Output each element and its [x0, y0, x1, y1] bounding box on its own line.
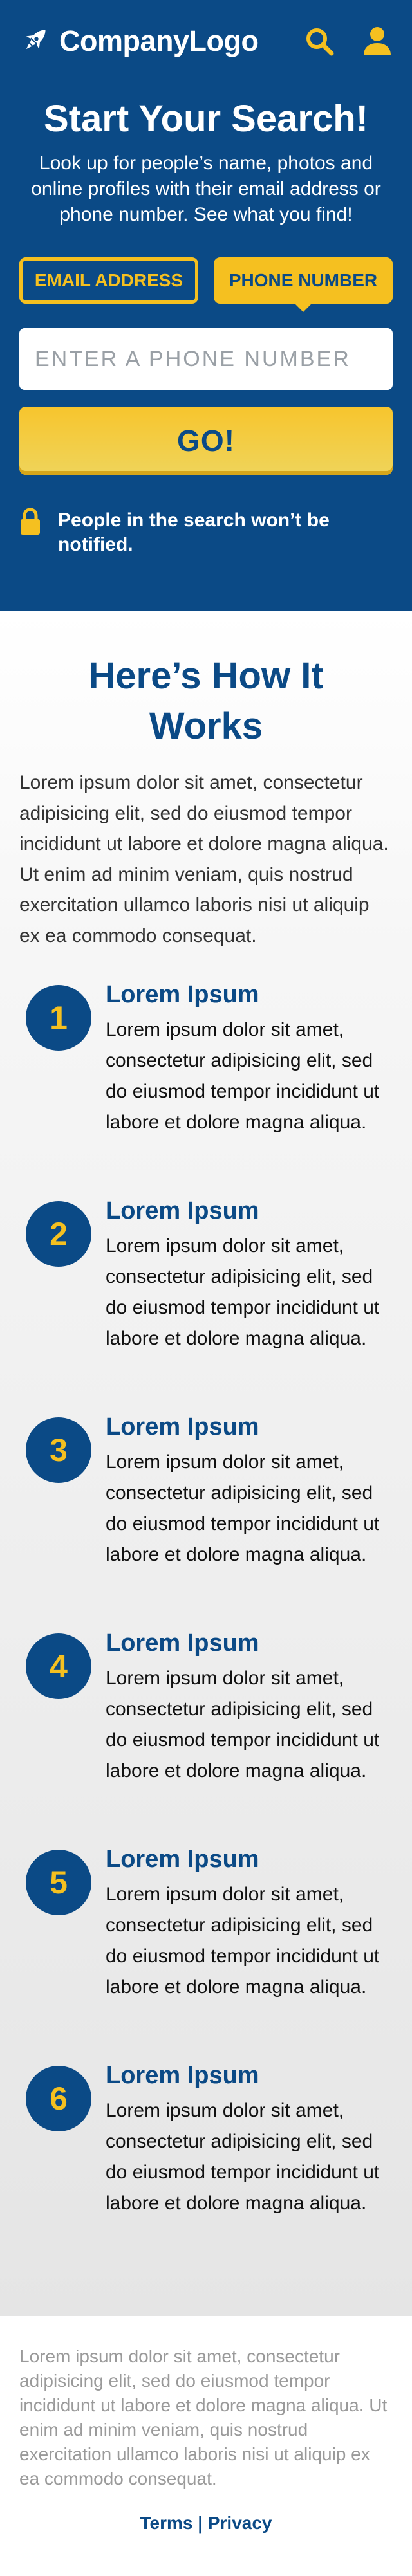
- footer-separator: |: [198, 2513, 203, 2533]
- hero-title: Start Your Search!: [44, 98, 368, 140]
- step-number-badge: 3: [26, 1417, 91, 1483]
- step-body: Lorem Ipsum Lorem ipsum dolor sit amet, …: [106, 2061, 393, 2219]
- step-item: 4 Lorem Ipsum Lorem ipsum dolor sit amet…: [19, 1628, 393, 1845]
- step-text: Lorem ipsum dolor sit amet, consectetur …: [106, 2100, 380, 2214]
- step-title: Lorem Ipsum: [106, 2062, 259, 2089]
- go-button[interactable]: GO!: [19, 407, 393, 475]
- search-type-tabs: EMAIL ADDRESS PHONE NUMBER: [19, 257, 393, 304]
- step-item: 1 Lorem Ipsum Lorem ipsum dolor sit amet…: [19, 980, 393, 1196]
- step-title: Lorem Ipsum: [106, 1846, 259, 1873]
- step-item: 5 Lorem Ipsum Lorem ipsum dolor sit amet…: [19, 1845, 393, 2061]
- hero-subtitle: Look up for people’s name, photos and on…: [31, 152, 381, 225]
- step-item: 6 Lorem Ipsum Lorem ipsum dolor sit amet…: [19, 2061, 393, 2277]
- footer-text: Lorem ipsum dolor sit amet, consectetur …: [19, 2346, 388, 2489]
- footer-links: Terms | Privacy: [19, 2513, 393, 2534]
- search-icon[interactable]: [304, 26, 335, 57]
- step-item: 2 Lorem Ipsum Lorem ipsum dolor sit amet…: [19, 1196, 393, 1412]
- tab-phone-number[interactable]: PHONE NUMBER: [214, 257, 393, 304]
- top-bar: CompanyLogo: [19, 0, 393, 82]
- step-title: Lorem Ipsum: [106, 1197, 259, 1224]
- step-text: Lorem ipsum dolor sit amet, consectetur …: [106, 1668, 380, 1781]
- footer: Lorem ipsum dolor sit amet, consectetur …: [0, 2316, 412, 2576]
- step-text: Lorem ipsum dolor sit amet, consectetur …: [106, 1884, 380, 1998]
- step-text: Lorem ipsum dolor sit amet, consectetur …: [106, 1235, 380, 1349]
- rocket-icon: [19, 24, 52, 59]
- tab-email-address[interactable]: EMAIL ADDRESS: [19, 257, 198, 304]
- how-it-works-section: Here’s How It Works Lorem ipsum dolor si…: [0, 611, 412, 2316]
- how-it-works-title: Here’s How It Works: [19, 611, 393, 751]
- step-title: Lorem Ipsum: [106, 1413, 259, 1440]
- privacy-notice: People in the search won’t be notified.: [19, 508, 393, 557]
- steps-list: 1 Lorem Ipsum Lorem ipsum dolor sit amet…: [19, 980, 393, 2277]
- step-number-badge: 1: [26, 985, 91, 1051]
- how-title-line-2: Works: [149, 705, 263, 747]
- terms-link[interactable]: Terms: [140, 2513, 192, 2533]
- step-text: Lorem ipsum dolor sit amet, consectetur …: [106, 1451, 380, 1565]
- logo-text: CompanyLogo: [59, 24, 259, 57]
- step-number-badge: 2: [26, 1201, 91, 1267]
- company-logo[interactable]: CompanyLogo: [19, 24, 259, 59]
- step-text: Lorem ipsum dolor sit amet, consectetur …: [106, 1019, 380, 1133]
- how-title-line-1: Here’s How It: [88, 655, 324, 697]
- step-number-badge: 6: [26, 2066, 91, 2131]
- step-title: Lorem Ipsum: [106, 1630, 259, 1657]
- step-number-badge: 5: [26, 1850, 91, 1915]
- step-title: Lorem Ipsum: [106, 981, 259, 1008]
- lock-icon: [19, 508, 41, 538]
- step-number-badge: 4: [26, 1633, 91, 1699]
- step-body: Lorem Ipsum Lorem ipsum dolor sit amet, …: [106, 1412, 393, 1570]
- step-item: 3 Lorem Ipsum Lorem ipsum dolor sit amet…: [19, 1412, 393, 1628]
- privacy-link[interactable]: Privacy: [208, 2513, 272, 2533]
- how-intro-text: Lorem ipsum dolor sit amet, consectetur …: [19, 772, 389, 946]
- notice-text: People in the search won’t be notified.: [58, 510, 330, 555]
- step-body: Lorem Ipsum Lorem ipsum dolor sit amet, …: [106, 1628, 393, 1787]
- hero-section: CompanyLogo Start Your Search! Look up f…: [0, 0, 412, 611]
- phone-number-input[interactable]: ENTER A PHONE NUMBER: [19, 328, 393, 390]
- top-icons: [304, 26, 393, 57]
- step-body: Lorem Ipsum Lorem ipsum dolor sit amet, …: [106, 980, 393, 1138]
- user-icon[interactable]: [362, 26, 393, 57]
- step-body: Lorem Ipsum Lorem ipsum dolor sit amet, …: [106, 1196, 393, 1354]
- step-body: Lorem Ipsum Lorem ipsum dolor sit amet, …: [106, 1845, 393, 2003]
